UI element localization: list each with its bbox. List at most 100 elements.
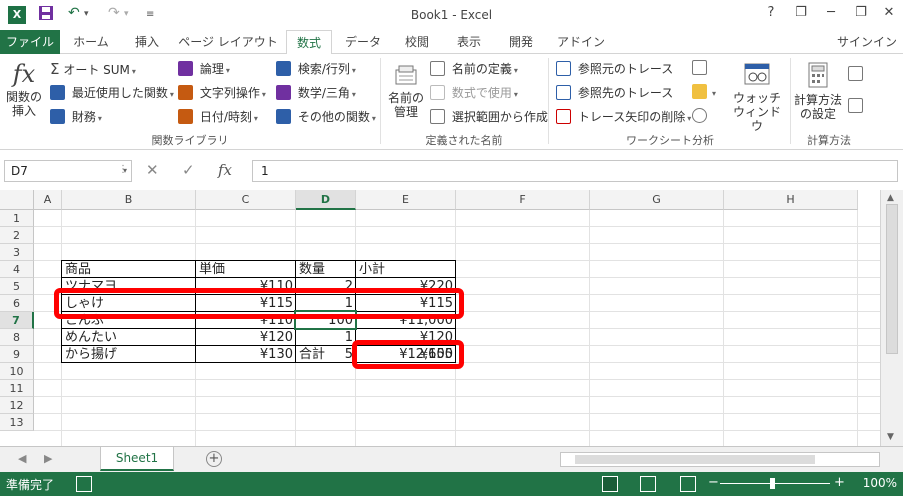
row-header-11[interactable]: 11: [0, 380, 34, 397]
column-header-f[interactable]: F: [456, 190, 590, 210]
next-sheet-icon[interactable]: ▶: [44, 452, 52, 465]
row-header-3[interactable]: 3: [0, 244, 34, 261]
signin-link[interactable]: サインイン: [837, 30, 897, 54]
tab-developer[interactable]: 開発: [498, 30, 544, 54]
column-header-e[interactable]: E: [356, 190, 456, 210]
row-header-8[interactable]: 8: [0, 329, 34, 346]
table-cell[interactable]: めんたい: [62, 329, 196, 346]
financial-icon: [50, 109, 65, 124]
calc-now-icon[interactable]: [848, 66, 866, 81]
row-header-5[interactable]: 5: [0, 278, 34, 295]
table-cell[interactable]: ¥130: [196, 346, 296, 363]
trace-precedents-button[interactable]: 参照元のトレース: [556, 60, 673, 77]
table-cell[interactable]: 1: [296, 329, 356, 346]
table-cell[interactable]: から揚げ: [62, 346, 196, 363]
trace-dependents-button[interactable]: 参照先のトレース: [556, 84, 673, 101]
page-break-view-icon[interactable]: [680, 476, 696, 492]
name-box[interactable]: D7 ▾: [4, 160, 132, 182]
create-from-selection-button[interactable]: 選択範囲から作成: [430, 108, 548, 125]
row-header-7[interactable]: 7: [0, 312, 34, 329]
row-header-9[interactable]: 9: [0, 346, 34, 363]
zoom-in-icon[interactable]: +: [834, 475, 845, 490]
error-checking-icon[interactable]: ▾: [692, 84, 716, 99]
minimize-button[interactable]: ─: [820, 5, 842, 20]
logical-button[interactable]: 論理 ▾: [178, 60, 230, 77]
column-header-d[interactable]: D: [296, 190, 356, 210]
ribbon-display-button[interactable]: ❐: [790, 5, 812, 20]
page-layout-view-icon[interactable]: [640, 476, 656, 492]
add-sheet-icon[interactable]: +: [206, 451, 222, 467]
row-header-1[interactable]: 1: [0, 210, 34, 227]
column-header-b[interactable]: B: [62, 190, 196, 210]
normal-view-icon[interactable]: [602, 476, 618, 492]
row-header-2[interactable]: 2: [0, 227, 34, 244]
total-label[interactable]: 合計: [296, 346, 356, 363]
scroll-thumb[interactable]: [575, 455, 815, 464]
tab-home[interactable]: ホーム: [66, 30, 116, 54]
recent-functions-button[interactable]: 最近使用した関数 ▾: [50, 84, 174, 101]
zoom-out-icon[interactable]: −: [708, 475, 719, 490]
scroll-down-icon[interactable]: ▼: [887, 432, 894, 442]
tab-insert[interactable]: 挿入: [124, 30, 170, 54]
zoom-slider-knob[interactable]: [770, 478, 775, 489]
financial-button[interactable]: 財務 ▾: [50, 108, 102, 125]
tab-file[interactable]: ファイル: [0, 30, 60, 54]
use-in-formula-button[interactable]: 数式で使用 ▾: [430, 84, 518, 101]
column-header-c[interactable]: C: [196, 190, 296, 210]
autosum-button[interactable]: Σ オート SUM ▾: [50, 60, 136, 78]
row-header-13[interactable]: 13: [0, 414, 34, 431]
math-icon: [276, 85, 291, 100]
table-header-cell[interactable]: 小計: [356, 261, 456, 278]
calc-sheet-icon[interactable]: [848, 98, 866, 113]
evaluate-formula-icon[interactable]: [692, 108, 710, 123]
datetime-button[interactable]: 日付/時刻 ▾: [178, 108, 258, 125]
math-button[interactable]: 数学/三角 ▾: [276, 84, 356, 101]
define-name-button[interactable]: 名前の定義 ▾: [430, 60, 518, 77]
calc-options-button[interactable]: 計算方法 の設定: [792, 62, 844, 121]
column-header-h[interactable]: H: [724, 190, 858, 210]
table-cell[interactable]: ¥120: [196, 329, 296, 346]
cancel-icon[interactable]: ✕: [146, 161, 159, 179]
scroll-up-icon[interactable]: ▲: [887, 193, 894, 203]
row-header-12[interactable]: 12: [0, 397, 34, 414]
select-all-corner[interactable]: [0, 190, 34, 210]
close-button[interactable]: ✕: [878, 5, 900, 20]
worksheet-grid[interactable]: A B C D E F G H 1 2 3 4 5 6 7 8 9 10 11 12 13 商品 単価 数量 小計 ツナマヨ ¥11…: [0, 190, 880, 446]
maximize-button[interactable]: ❐: [850, 5, 872, 20]
zoom-level[interactable]: 100%: [863, 476, 897, 490]
tab-data[interactable]: データ: [338, 30, 388, 54]
zoom-slider[interactable]: [720, 483, 830, 484]
help-button[interactable]: ?: [760, 5, 782, 20]
lookup-button[interactable]: 検索/行列 ▾: [276, 60, 356, 77]
trace-precedents-label: 参照元のトレース: [577, 62, 674, 76]
horizontal-scrollbar[interactable]: [560, 452, 880, 467]
insert-function-button[interactable]: fx 関数の 挿入: [4, 60, 44, 118]
name-manager-button[interactable]: 名前の 管理: [386, 64, 426, 119]
tab-review[interactable]: 校閲: [394, 30, 440, 54]
text-functions-button[interactable]: 文字列操作 ▾: [178, 84, 266, 101]
table-header-cell[interactable]: 数量: [296, 261, 356, 278]
column-header-g[interactable]: G: [590, 190, 724, 210]
macro-record-icon[interactable]: [76, 476, 92, 492]
show-formulas-icon[interactable]: [692, 60, 710, 75]
enter-icon[interactable]: ✓: [182, 161, 195, 179]
table-header-cell[interactable]: 商品: [62, 261, 196, 278]
tab-view[interactable]: 表示: [446, 30, 492, 54]
row-header-10[interactable]: 10: [0, 363, 34, 380]
fx-icon[interactable]: fx: [218, 161, 232, 179]
sheet-tab[interactable]: Sheet1: [100, 447, 174, 471]
more-functions-button[interactable]: その他の関数 ▾: [276, 108, 376, 125]
row-header-6[interactable]: 6: [0, 295, 34, 312]
row-header-4[interactable]: 4: [0, 261, 34, 278]
remove-arrows-button[interactable]: トレース矢印の削除 ▾: [556, 108, 691, 125]
watch-window-button[interactable]: ウォッチ ウィンドウ: [730, 62, 784, 133]
vertical-scrollbar[interactable]: ▲ ▼: [880, 190, 903, 446]
tab-page-layout[interactable]: ページ レイアウト: [176, 30, 280, 54]
tab-addins[interactable]: アドイン: [550, 30, 612, 54]
table-header-cell[interactable]: 単価: [196, 261, 296, 278]
tab-formulas[interactable]: 数式: [286, 30, 332, 55]
formula-input[interactable]: 1: [252, 160, 898, 182]
prev-sheet-icon[interactable]: ◀: [18, 452, 26, 465]
column-header-a[interactable]: A: [34, 190, 62, 210]
scroll-thumb[interactable]: [886, 204, 898, 354]
